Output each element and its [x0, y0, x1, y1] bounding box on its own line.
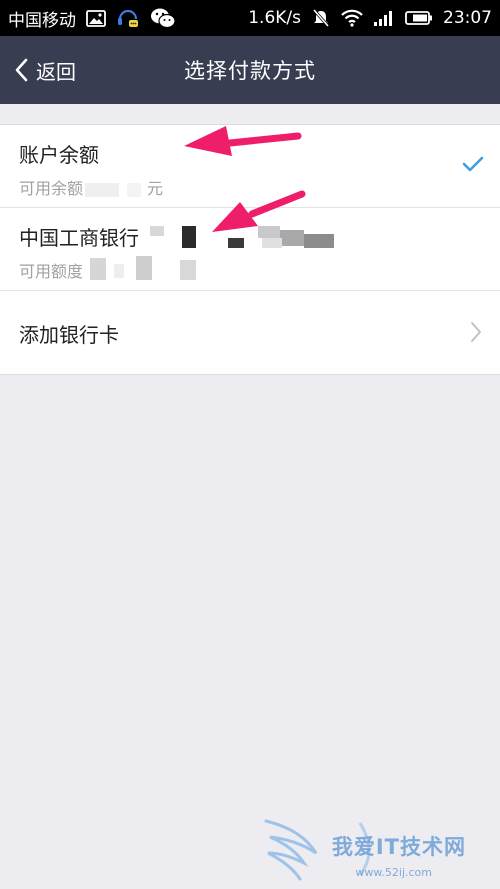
available-balance-label: 可用余额	[19, 179, 84, 198]
battery-icon	[405, 10, 433, 26]
signal-icon	[373, 9, 395, 27]
back-button[interactable]: 返回	[14, 36, 76, 104]
back-label: 返回	[36, 59, 76, 84]
option-title: 中国工商银行	[19, 226, 139, 250]
mute-icon	[311, 8, 331, 28]
payment-option-balance[interactable]: 账户余额 可用余额 元	[0, 125, 500, 208]
masked-limit-value	[90, 256, 202, 282]
option-title: 添加银行卡	[19, 323, 119, 347]
chevron-right-icon	[470, 321, 482, 347]
carrier-name: 中国移动	[8, 10, 76, 31]
navigation-bar: 返回 选择付款方式	[0, 36, 500, 104]
option-title: 账户余额	[19, 143, 99, 167]
option-subtitle: 可用余额 元	[19, 175, 163, 199]
masked-card-number	[150, 224, 340, 250]
headset-chat-icon	[116, 6, 140, 30]
selected-check-icon	[462, 155, 484, 177]
option-subtitle: 可用额度	[19, 258, 83, 282]
payment-option-icbc[interactable]: 中国工商银行 可用额度	[0, 208, 500, 291]
wechat-icon	[150, 7, 176, 29]
gallery-icon	[86, 9, 106, 27]
currency-unit: 元	[147, 179, 164, 198]
chevron-left-icon	[14, 58, 28, 82]
watermark-text: 我爱IT技术网	[331, 835, 466, 859]
available-limit-label: 可用额度	[19, 262, 84, 281]
add-bank-card-row[interactable]: 添加银行卡	[0, 291, 500, 374]
watermark-url: www.52ij.com	[355, 866, 432, 879]
clock: 23:07	[443, 8, 492, 28]
wifi-icon	[341, 9, 363, 27]
status-bar: 中国移动 1.6K/s 23:07	[0, 0, 500, 36]
network-speed: 1.6K/s	[248, 8, 301, 28]
payment-method-list: 账户余额 可用余额 元 中国工商银行 可用额度 添加银行卡	[0, 124, 500, 375]
site-watermark: 我爱IT技术网 www.52ij.com	[260, 813, 490, 883]
